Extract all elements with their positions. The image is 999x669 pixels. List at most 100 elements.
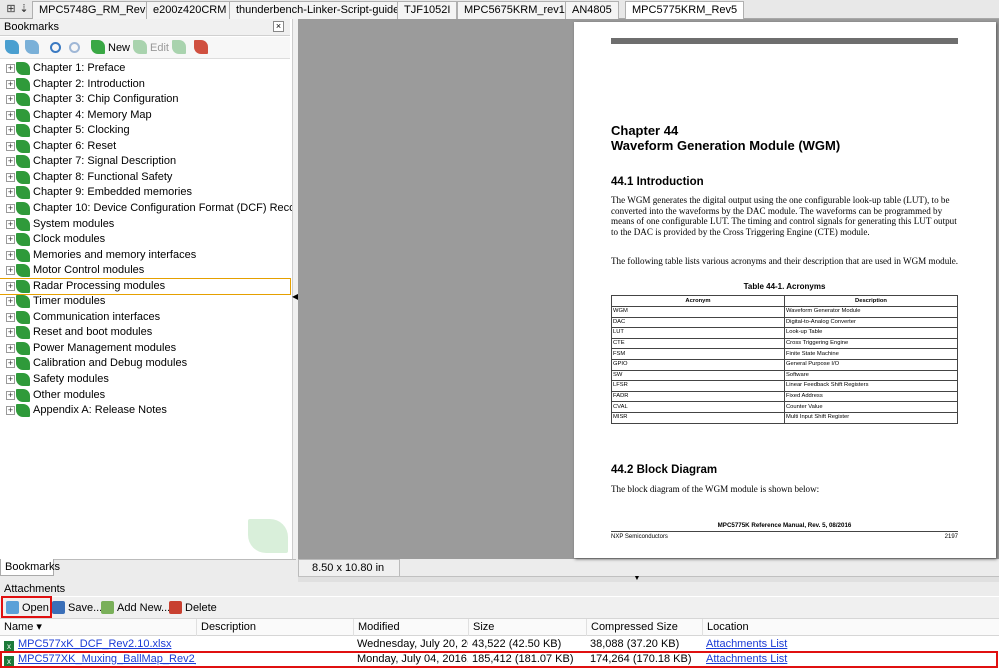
column-header-label: Compressed Size — [591, 621, 678, 633]
bookmark-icon — [16, 77, 30, 91]
bookmarks-panel-title: Bookmarks — [4, 21, 60, 33]
bookmark-icon — [16, 357, 30, 371]
bookmark-icon — [16, 295, 30, 309]
column-header-location[interactable]: Location — [702, 619, 999, 636]
attachment-row-highlight — [0, 651, 998, 668]
expand-plus-icon[interactable]: + — [6, 203, 15, 213]
acronym-cell: DAC — [611, 316, 785, 329]
expand-plus-icon[interactable]: + — [6, 172, 15, 182]
expand-plus-icon[interactable]: + — [6, 64, 15, 73]
table-row: CTE Cross Triggering Engine — [611, 337, 958, 350]
tab-mpc5775krm[interactable]: MPC5775KRM_Rev5 — [625, 1, 745, 20]
new-bookmark-icon — [91, 40, 105, 54]
attachment-row[interactable]: x MPC577xK_DCF_Rev2.10.xlsx Wednesday, Ju… — [0, 637, 999, 653]
expand-plus-icon[interactable]: + — [6, 406, 15, 416]
zoom-out-button[interactable] — [69, 40, 80, 56]
column-header-name[interactable]: Name ▾ — [0, 619, 196, 636]
add-new-attachment-button[interactable]: Add New... — [101, 600, 170, 616]
description-cell: Software — [784, 369, 958, 382]
attachment-name-link[interactable]: MPC577xK_DCF_Rev2.10.xlsx — [18, 638, 171, 650]
table-row: LFSR Linear Feedback Shift Registers — [611, 380, 958, 392]
tab-an4805[interactable]: AN4805 — [565, 1, 619, 19]
save-label: Save... — [68, 602, 103, 614]
tab-e200z420crm[interactable]: e200z420CRM — [146, 1, 234, 19]
tab-label: MPC5675KRM_rev10 — [464, 4, 571, 16]
zoom-in-button[interactable] — [50, 40, 61, 56]
attachment-location-link[interactable]: Attachments List — [702, 637, 902, 652]
bookmark-label: Timer modules — [33, 295, 106, 308]
expand-all-button[interactable] — [5, 40, 22, 56]
column-header-modified[interactable]: Modified — [353, 619, 468, 636]
column-header-description[interactable]: Description — [196, 619, 353, 636]
close-icon[interactable]: × — [273, 21, 284, 32]
description-cell: Fixed Address — [784, 390, 958, 403]
table-row: LUT Look-up Table — [611, 327, 958, 339]
tab-tjf1052i[interactable]: TJF1052I — [397, 1, 458, 19]
expand-plus-icon[interactable]: + — [6, 219, 15, 229]
document-tab-bar: ⊞ ⇣ MPC5748G_RM_Rev5 e200z420CRM thunder… — [0, 0, 999, 20]
bookmark-item[interactable]: + Radar Processing modules — [0, 277, 291, 295]
expand-plus-icon[interactable]: + — [6, 359, 15, 369]
description-cell: Waveform Generator Module — [784, 306, 958, 318]
expand-plus-icon[interactable]: + — [6, 312, 15, 322]
bookmark-icon — [16, 388, 30, 402]
table-row: CVAL Counter Value — [611, 401, 958, 413]
tab-mpc5675krm[interactable]: MPC5675KRM_rev10 — [457, 1, 578, 19]
collapse-all-button[interactable] — [25, 40, 42, 56]
expand-plus-icon[interactable]: + — [6, 266, 15, 276]
acronym-cell: FADR — [611, 390, 785, 403]
bookmarks-panel-header: Bookmarks × — [0, 19, 290, 36]
bookmark-label: Chapter 2: Introduction — [33, 77, 145, 90]
tab-mpc5748g[interactable]: MPC5748G_RM_Rev5 — [32, 1, 159, 19]
column-header-compressed-size[interactable]: Compressed Size — [586, 619, 702, 636]
delete-attachment-button[interactable]: Delete — [169, 600, 217, 616]
tab-thunderbench[interactable]: thunderbench-Linker-Script-guide — [229, 1, 407, 19]
column-header-size[interactable]: Size — [468, 619, 586, 636]
expand-plus-icon[interactable]: + — [6, 250, 15, 260]
tab-bookmarks-panel[interactable]: Bookmarks — [0, 559, 60, 576]
open-button-highlight — [1, 596, 52, 618]
expand-all-icon — [5, 40, 19, 54]
expand-plus-icon[interactable]: + — [6, 375, 15, 384]
edit-bookmark-button[interactable]: Edit — [133, 40, 169, 56]
acronym-cell: MISR — [611, 411, 785, 424]
bookmark-label: Chapter 1: Preface — [33, 62, 126, 74]
bookmark-properties-icon — [194, 40, 208, 54]
tab-list-dropdown-icon[interactable]: ⇣ — [17, 2, 31, 16]
expand-plus-icon[interactable]: + — [6, 328, 15, 338]
expand-plus-icon[interactable]: + — [6, 390, 15, 400]
footer-rule — [611, 531, 958, 532]
bookmark-properties-button[interactable] — [194, 40, 211, 56]
bookmark-icon — [16, 233, 30, 247]
expand-plus-icon[interactable]: + — [6, 281, 15, 291]
save-attachment-button[interactable]: Save... — [52, 600, 102, 616]
pdf-page: Chapter 44 Waveform Generation Module (W… — [574, 22, 996, 558]
edit-bookmark-icon — [133, 40, 147, 54]
attachments-panel-title: Attachments — [0, 582, 999, 596]
delete-bookmark-button[interactable] — [172, 40, 189, 56]
zoom-in-icon — [50, 42, 61, 53]
expand-plus-icon[interactable]: + — [6, 79, 15, 89]
expand-plus-icon[interactable]: + — [6, 188, 15, 198]
description-cell: Cross Triggering Engine — [784, 337, 958, 350]
attachment-compressed-size: 38,088 (37.20 KB) — [590, 638, 680, 650]
new-bookmark-button[interactable]: New — [91, 40, 130, 56]
description-cell: Counter Value — [784, 401, 958, 413]
grid-icon[interactable]: ⊞ — [4, 2, 18, 16]
bookmark-label: Chapter 7: Signal Description — [33, 155, 177, 168]
bookmark-label: Chapter 4: Memory Map — [33, 108, 152, 121]
column-header-label: Modified — [358, 621, 400, 633]
expand-plus-icon[interactable]: + — [6, 126, 15, 136]
expand-plus-icon[interactable]: + — [6, 235, 15, 245]
chapter-title: Waveform Generation Module (WGM) — [611, 138, 841, 153]
description-cell: Multi Input Shift Register — [784, 411, 958, 424]
expand-plus-icon[interactable]: + — [6, 110, 15, 120]
expand-plus-icon[interactable]: + — [6, 297, 15, 307]
expand-plus-icon[interactable]: + — [6, 141, 15, 151]
expand-plus-icon[interactable]: + — [6, 95, 15, 105]
acronym-cell: WGM — [611, 306, 785, 318]
bookmarks-panel: Bookmarks × New Edit + Chapter 1: Preface… — [0, 19, 311, 559]
tab-label: thunderbench-Linker-Script-guide — [236, 4, 400, 16]
expand-plus-icon[interactable]: + — [6, 157, 15, 167]
expand-plus-icon[interactable]: + — [6, 343, 15, 353]
